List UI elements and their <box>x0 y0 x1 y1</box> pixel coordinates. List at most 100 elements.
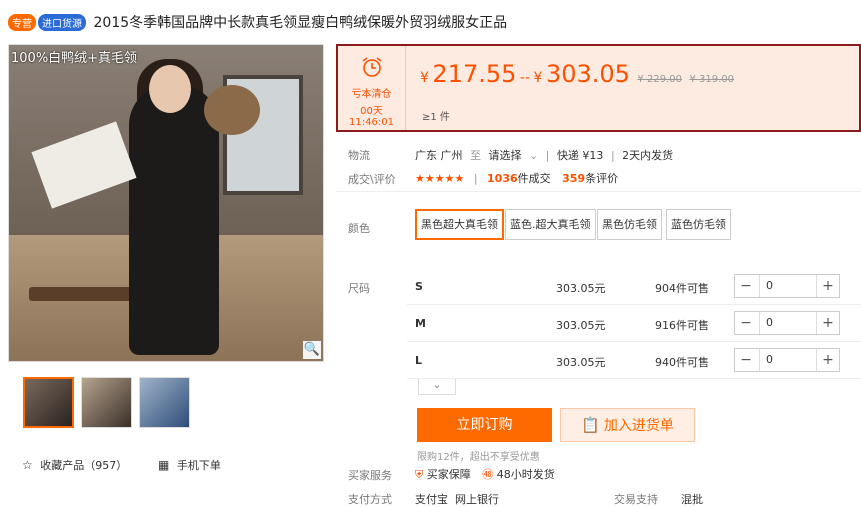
size-name: M <box>415 317 426 330</box>
ship-from: 广东 广州 <box>415 149 463 162</box>
deals-label: 成交\评价 <box>348 173 396 186</box>
expand-sizes-button[interactable]: ⌄ <box>418 379 456 395</box>
delivery-icon: ㊽ <box>482 468 494 481</box>
color-option-4[interactable]: 蓝色仿毛领 <box>666 209 731 240</box>
thumbnail-3[interactable] <box>139 377 190 428</box>
currency-symbol: ¥ <box>533 70 543 86</box>
favorite-link[interactable]: ☆ 收藏产品（957） <box>22 457 127 473</box>
countdown: 00天11:46:01 <box>349 106 394 128</box>
promo-label: 亏本清仓 <box>351 89 392 100</box>
shipping-info: 广东 广州 至 请选择 ⌄ | 快递 ¥13 | 2天内发货 <box>415 147 673 163</box>
price-high: 303.05 <box>545 60 630 88</box>
deal-count-link[interactable]: 1036件成交 <box>487 172 551 185</box>
size-row: M 303.05元 916件可售 − 0 + <box>407 305 861 342</box>
size-name: L <box>415 354 423 367</box>
size-row: L 303.05元 940件可售 − 0 + <box>407 342 861 379</box>
main-product-image[interactable]: 100%白鸭绒+真毛领 🔍 <box>8 44 324 362</box>
decrement-button[interactable]: − <box>735 275 757 297</box>
increment-button[interactable]: + <box>817 349 839 371</box>
scene-person <box>129 85 219 355</box>
thumbnail-1[interactable] <box>23 377 74 428</box>
mobile-order-label: 手机下单 <box>176 459 221 472</box>
quantity-stepper: − 0 + <box>734 311 840 335</box>
promo-timer: 亏本清仓 00天11:46:01 <box>338 46 406 130</box>
price-range: ¥ 217.55 -- ¥ 303.05 ¥ 229.00 ¥ 319.00 <box>420 60 734 88</box>
rating-stars: ★★★★★ <box>415 172 465 185</box>
quantity-input[interactable]: 0 <box>759 275 817 297</box>
ship-to-label: 至 <box>470 149 481 162</box>
color-label: 颜色 <box>348 222 370 235</box>
size-stock: 940件可售 <box>655 356 709 369</box>
deals-info: ★★★★★ | 1036件成交 359条评价 <box>415 170 618 186</box>
quantity-input[interactable]: 0 <box>759 312 817 334</box>
fast-delivery[interactable]: 48小时发货 <box>497 468 555 481</box>
buy-now-button[interactable]: 立即订购 <box>417 408 552 442</box>
purchase-limit-note: 限购12件，超出不享受优惠 <box>417 452 540 463</box>
quantity-input[interactable]: 0 <box>759 349 817 371</box>
thumbnail-image <box>25 379 72 426</box>
price-panel: 亏本清仓 00天11:46:01 ¥ 217.55 -- ¥ 303.05 ¥ … <box>336 44 861 132</box>
scene-fur-collar <box>204 85 260 135</box>
quantity-stepper: − 0 + <box>734 348 840 372</box>
title-row: 专营 进口货源 2015冬季韩国品牌中长款真毛领显瘦白鸭绒保暖外贸羽绒服女正品 <box>8 12 507 32</box>
min-quantity: ≥1 件 <box>422 112 450 123</box>
import-tag: 进口货源 <box>38 14 86 31</box>
magnifier-icon[interactable]: 🔍 <box>303 341 321 359</box>
destination-select-label: 请选择 <box>488 149 522 162</box>
deal-count-suffix: 件成交 <box>517 172 551 185</box>
divider: | <box>473 172 478 185</box>
ship-time: 2天内发货 <box>622 149 674 162</box>
shield-icon: ⛨ <box>415 468 424 481</box>
size-price: 303.05元 <box>556 282 606 295</box>
alarm-clock-icon <box>362 57 381 77</box>
service-info: ⛨ 买家保障 ㊽ 48小时发货 <box>415 466 555 482</box>
size-price: 303.05元 <box>556 356 606 369</box>
express-fee: 快递 ¥13 <box>556 149 604 162</box>
thumbnail-image <box>140 378 189 427</box>
review-count-link[interactable]: 359条评价 <box>562 172 618 185</box>
destination-select[interactable]: 请选择 ⌄ <box>489 149 542 162</box>
mobile-order-link[interactable]: ▦ 手机下单 <box>158 457 221 473</box>
service-label: 买家服务 <box>348 469 392 482</box>
decrement-button[interactable]: − <box>735 349 757 371</box>
color-option-1[interactable]: 黑色超大真毛领 <box>415 209 504 240</box>
chevron-down-icon: ⌄ <box>432 378 442 391</box>
increment-button[interactable]: + <box>817 275 839 297</box>
quantity-stepper: − 0 + <box>734 274 840 298</box>
image-overlay-label: 100%白鸭绒+真毛领 <box>11 51 138 66</box>
self-operated-tag: 专营 <box>8 14 36 31</box>
review-count: 359 <box>562 172 586 185</box>
divider: | <box>610 149 615 162</box>
chevron-down-icon: ⌄ <box>529 149 539 162</box>
price-low: 217.55 <box>432 60 517 88</box>
scene-head <box>149 65 191 113</box>
color-option-3[interactable]: 黑色仿毛领 <box>597 209 662 240</box>
divider: | <box>545 149 550 162</box>
qr-code-icon: ▦ <box>158 458 170 472</box>
shipping-label: 物流 <box>348 149 370 162</box>
thumbnail-image <box>82 378 131 427</box>
deal-count: 1036 <box>487 172 518 185</box>
section-divider <box>336 191 861 192</box>
buyer-guarantee[interactable]: 买家保障 <box>427 468 471 481</box>
size-price: 303.05元 <box>556 319 606 332</box>
thumbnail-2[interactable] <box>81 377 132 428</box>
currency-symbol: ¥ <box>420 70 429 86</box>
size-label: 尺码 <box>348 282 370 295</box>
favorite-label: 收藏产品（957） <box>40 459 128 472</box>
increment-button[interactable]: + <box>817 312 839 334</box>
size-name: S <box>415 280 423 293</box>
original-price-low: ¥ 229.00 <box>637 74 682 85</box>
review-count-suffix: 条评价 <box>585 172 619 185</box>
size-stock: 904件可售 <box>655 282 709 295</box>
size-row: S 303.05元 904件可售 − 0 + <box>407 268 861 305</box>
product-title: 2015冬季韩国品牌中长款真毛领显瘦白鸭绒保暖外贸羽绒服女正品 <box>93 15 508 31</box>
size-stock: 916件可售 <box>655 319 709 332</box>
add-to-cart-button[interactable]: 📋 加入进货单 <box>560 408 695 442</box>
decrement-button[interactable]: − <box>735 312 757 334</box>
clipboard-icon: 📋 <box>581 416 600 434</box>
star-outline-icon: ☆ <box>22 458 33 472</box>
color-option-2[interactable]: 蓝色.超大真毛领 <box>505 209 596 240</box>
add-to-cart-label: 加入进货单 <box>603 418 674 434</box>
original-price-high: ¥ 319.00 <box>689 74 734 85</box>
